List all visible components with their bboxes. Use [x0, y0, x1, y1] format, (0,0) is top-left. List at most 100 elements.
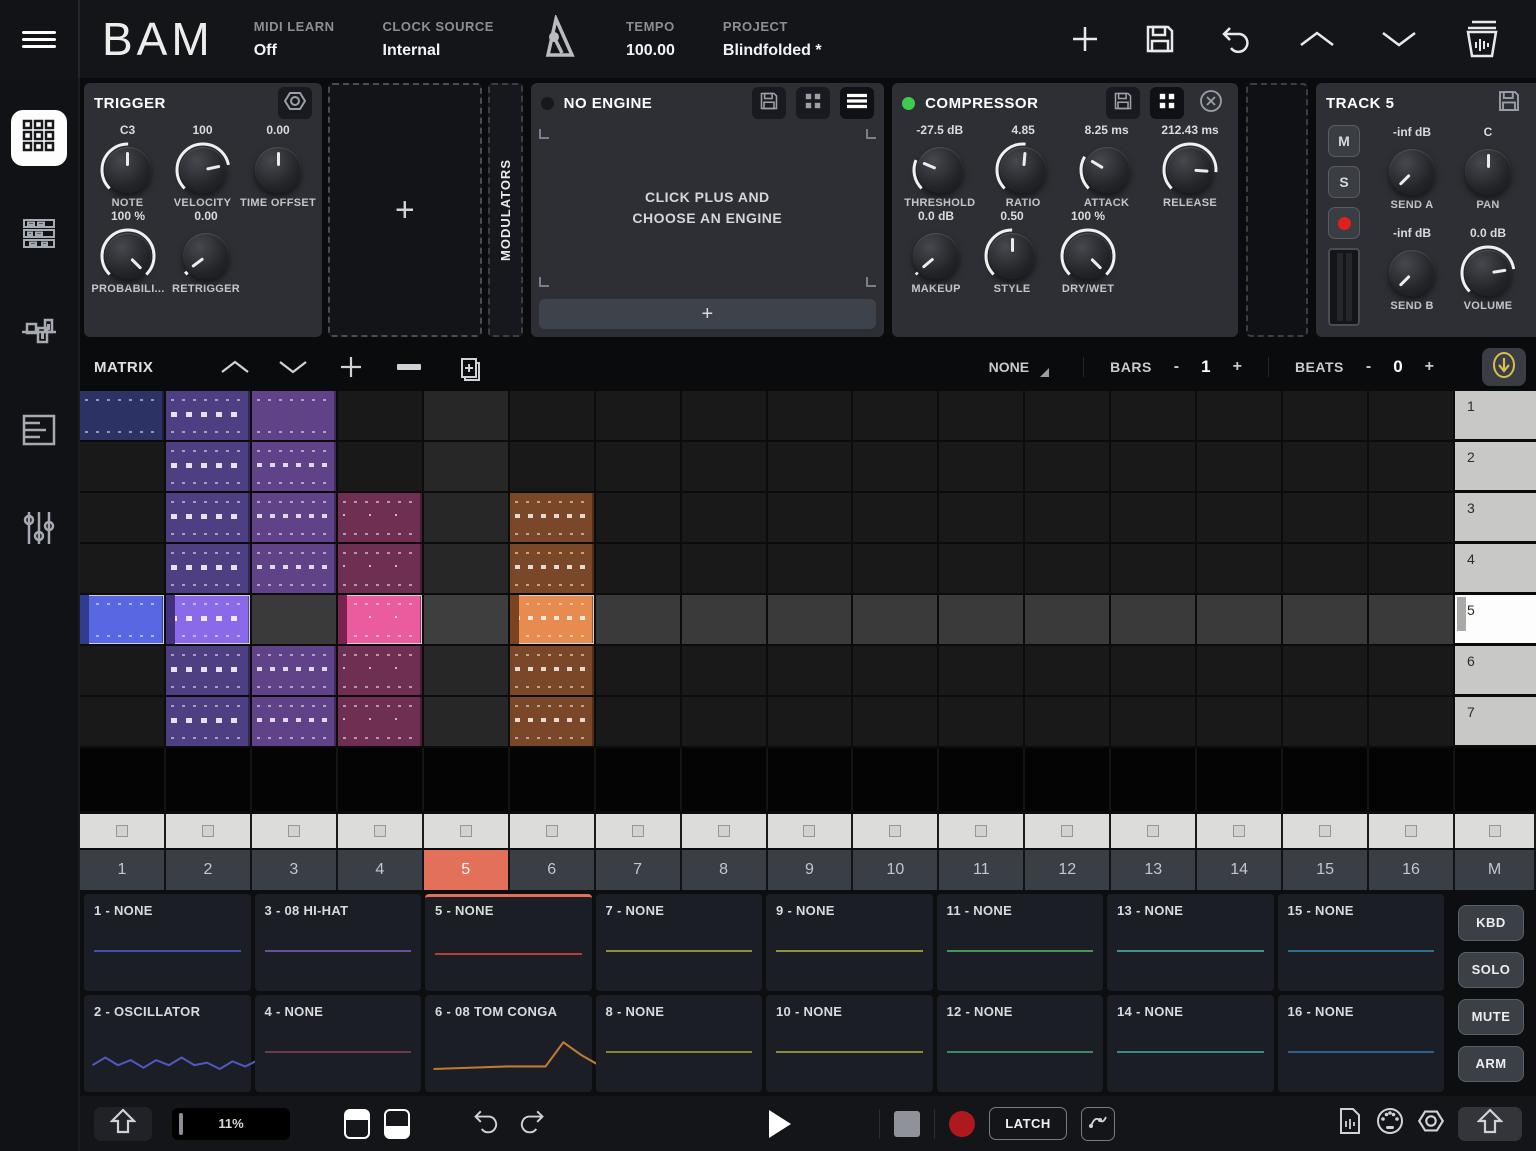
modulator-add-slot[interactable]: +	[328, 83, 482, 337]
clip[interactable]	[252, 442, 336, 491]
clip-slot[interactable]	[682, 697, 768, 748]
panel-bottom-toggle-icon[interactable]	[384, 1109, 410, 1139]
clip-slot[interactable]	[596, 493, 682, 544]
clip-slot[interactable]	[1025, 697, 1111, 748]
clip-slot[interactable]	[1197, 544, 1283, 595]
engine-add-button[interactable]: +	[539, 299, 876, 329]
track-card[interactable]: 10 - NONE	[766, 995, 933, 1092]
clip[interactable]	[166, 544, 250, 593]
shift-right-button[interactable]	[1458, 1107, 1522, 1141]
clip-slot[interactable]	[853, 595, 939, 646]
clip-slot[interactable]	[1283, 442, 1369, 493]
clip-slot[interactable]	[939, 595, 1025, 646]
clip-slot[interactable]	[1369, 595, 1455, 646]
knob-dial[interactable]	[105, 147, 151, 193]
pattern-select-button[interactable]: 14	[1197, 850, 1283, 890]
settings-button[interactable]	[1418, 1107, 1444, 1141]
clip-slot[interactable]	[853, 646, 939, 697]
scene-button[interactable]: 4	[1455, 544, 1536, 595]
pattern-checkbox[interactable]	[1197, 814, 1283, 848]
clip-slot[interactable]	[338, 544, 424, 595]
clip-slot[interactable]	[1369, 544, 1455, 595]
clip-slot[interactable]	[80, 442, 166, 493]
clip[interactable]	[252, 697, 336, 746]
clip-slot[interactable]	[1111, 646, 1197, 697]
pattern-select-button[interactable]: 8	[682, 850, 768, 890]
bars-plus-button[interactable]: +	[1233, 358, 1242, 376]
clip-slot[interactable]	[510, 697, 596, 748]
clip-slot[interactable]	[1025, 442, 1111, 493]
scene-button[interactable]: 1	[1455, 391, 1536, 442]
clip[interactable]	[510, 595, 594, 644]
pattern-select-button[interactable]: 1	[80, 850, 166, 890]
knob-dial[interactable]	[1000, 147, 1046, 193]
compressor-save-button[interactable]	[1106, 87, 1140, 119]
clip-slot[interactable]	[424, 544, 510, 595]
clip-slot[interactable]	[768, 697, 854, 748]
clip-slot[interactable]	[1369, 442, 1455, 493]
pattern-checkbox[interactable]	[682, 814, 768, 848]
clip-slot[interactable]	[80, 646, 166, 697]
clip-slot[interactable]	[252, 646, 338, 697]
track-card[interactable]: 2 - OSCILLATOR	[84, 995, 251, 1092]
pattern-select-button[interactable]: 3	[252, 850, 338, 890]
pattern-checkbox[interactable]	[939, 814, 1025, 848]
clip-slot[interactable]	[939, 391, 1025, 442]
clip-slot[interactable]	[596, 391, 682, 442]
knob-dial[interactable]	[989, 233, 1035, 279]
pattern-select-button[interactable]: 10	[853, 850, 939, 890]
track-card[interactable]: 8 - NONE	[596, 995, 763, 1092]
clip-slot[interactable]	[853, 391, 939, 442]
engine-save-button[interactable]	[752, 87, 786, 119]
effect-add-slot[interactable]	[1246, 83, 1308, 337]
clip-slot[interactable]	[1025, 391, 1111, 442]
compressor-grid-view-button[interactable]	[1150, 87, 1184, 119]
clip-slot[interactable]	[1025, 646, 1111, 697]
clip[interactable]	[80, 595, 164, 644]
scene-button[interactable]: 5	[1455, 595, 1536, 646]
clip-slot[interactable]	[510, 595, 596, 646]
clip-slot[interactable]	[1197, 493, 1283, 544]
panel-top-toggle-icon[interactable]	[344, 1109, 370, 1139]
send-a-knob[interactable]: -inf dB SEND A	[1374, 125, 1450, 226]
pattern-checkbox[interactable]	[1111, 814, 1197, 848]
clip-slot[interactable]	[1111, 493, 1197, 544]
trigger-settings-button[interactable]	[278, 87, 312, 119]
duplicate-scene-icon[interactable]	[445, 353, 489, 381]
knob-dial[interactable]	[1465, 250, 1511, 296]
clip-slot[interactable]	[596, 646, 682, 697]
clip-slot[interactable]	[338, 595, 424, 646]
track-mute-button[interactable]: M	[1328, 125, 1360, 157]
solo-button[interactable]: SOLO	[1458, 952, 1524, 988]
clip-slot[interactable]	[510, 544, 596, 595]
makeup-knob[interactable]: 0.0 dB MAKEUP	[898, 209, 974, 295]
clip-slot[interactable]	[1025, 595, 1111, 646]
midi-settings-button[interactable]	[1376, 1107, 1404, 1141]
pattern-select-button[interactable]: 7	[596, 850, 682, 890]
clip-slot[interactable]	[166, 544, 252, 595]
clip-slot[interactable]	[1369, 493, 1455, 544]
clip-slot[interactable]	[338, 493, 424, 544]
metronome-icon[interactable]	[542, 15, 582, 64]
clip-slot[interactable]	[853, 697, 939, 748]
clip-slot[interactable]	[252, 697, 338, 748]
clip-slot[interactable]	[252, 442, 338, 493]
probability-knob[interactable]: 100 % PROBABILI...	[90, 209, 166, 295]
clip[interactable]	[510, 646, 594, 695]
knob-dial[interactable]	[1389, 250, 1435, 296]
clip-slot[interactable]	[768, 544, 854, 595]
clip-slot[interactable]	[1369, 391, 1455, 442]
pattern-select-button[interactable]: 16	[1369, 850, 1455, 890]
midi-learn-field[interactable]: MIDI LEARN Off	[254, 19, 335, 60]
pattern-checkbox[interactable]	[1025, 814, 1111, 848]
clip-slot[interactable]	[596, 697, 682, 748]
clip-slot[interactable]	[252, 544, 338, 595]
knob-dial[interactable]	[105, 233, 151, 279]
clip-slot[interactable]	[166, 442, 252, 493]
clip-slot[interactable]	[1111, 544, 1197, 595]
undo-button[interactable]	[472, 1107, 502, 1141]
dry-wet-knob[interactable]: 100 % DRY/WET	[1050, 209, 1126, 295]
scene-up-icon[interactable]	[213, 359, 257, 375]
clip-slot[interactable]	[166, 646, 252, 697]
pattern-checkbox[interactable]	[768, 814, 854, 848]
